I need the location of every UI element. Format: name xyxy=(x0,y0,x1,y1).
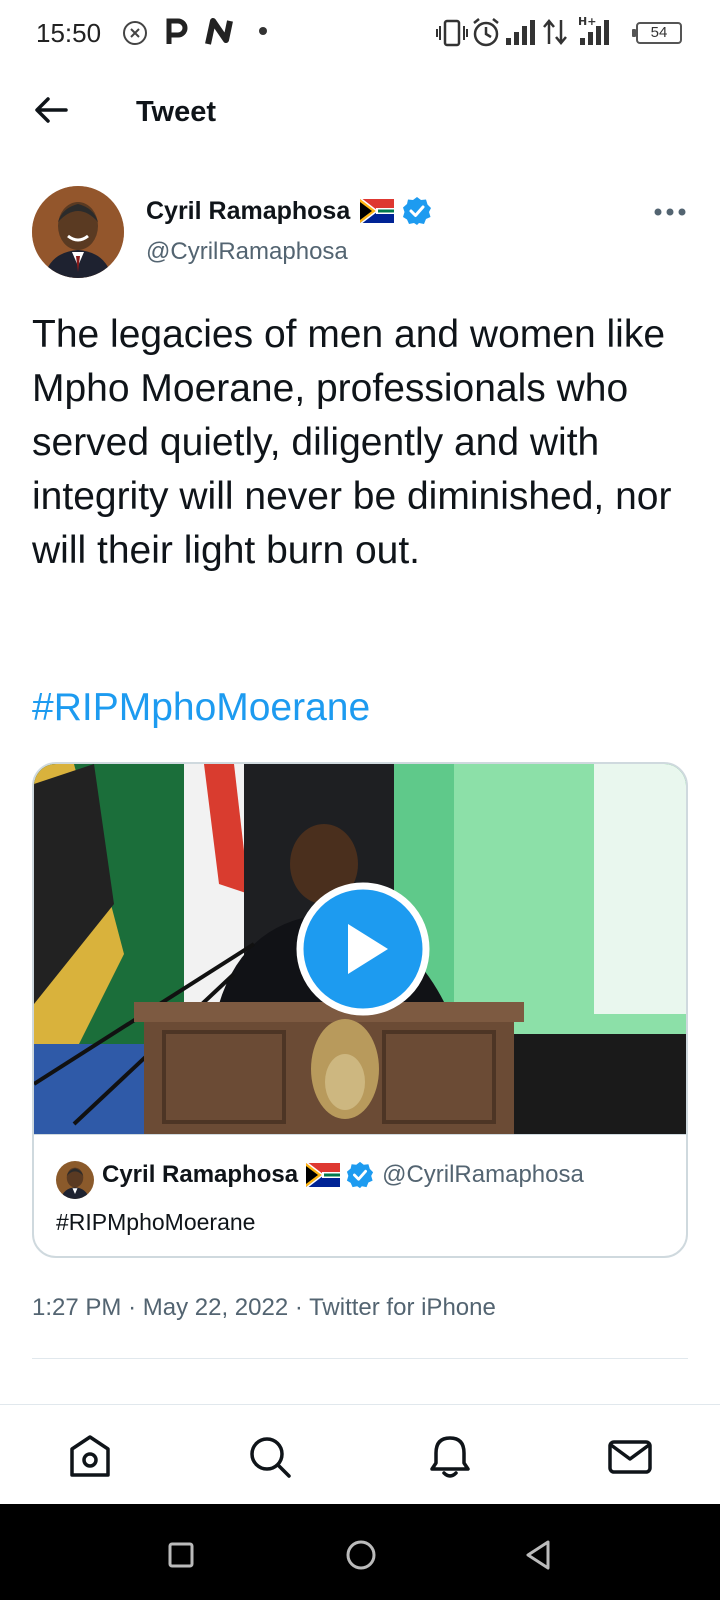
meta-separator: · xyxy=(294,1294,303,1321)
data-arrows-icon xyxy=(543,19,567,45)
dot-icon xyxy=(259,27,267,35)
divider xyxy=(32,1358,688,1359)
verified-badge-icon xyxy=(347,1161,374,1189)
page-title: Tweet xyxy=(136,96,217,128)
tweet-text: The legacies of men and women like Mpho … xyxy=(32,313,672,572)
alarm-icon xyxy=(473,18,499,47)
back-button[interactable] xyxy=(30,90,70,130)
author-avatar[interactable] xyxy=(32,186,124,278)
quote-author-row: Cyril Ramaphosa @CyrilRamaphosa xyxy=(102,1161,584,1189)
play-button-icon[interactable] xyxy=(296,882,430,1016)
status-time: 15:50 xyxy=(36,18,102,48)
south-africa-flag-icon xyxy=(306,1163,341,1187)
back-triangle-icon[interactable] xyxy=(522,1538,556,1572)
notifications-icon[interactable] xyxy=(426,1433,474,1481)
quote-text: #RIPMphoMoerane xyxy=(56,1209,256,1235)
home-icon[interactable] xyxy=(66,1433,114,1481)
quoted-tweet[interactable]: Cyril Ramaphosa @CyrilRamaphosa #RIPMpho… xyxy=(34,1134,686,1256)
south-africa-flag-icon xyxy=(360,199,395,223)
hplus-signal-icon: H+ xyxy=(578,15,609,45)
quote-author-name: Cyril Ramaphosa xyxy=(102,1161,299,1188)
avatar-image xyxy=(32,186,124,278)
app-header: Tweet xyxy=(0,66,720,156)
tweet-hashtag[interactable]: #RIPMphoMoerane xyxy=(32,686,370,730)
home-circle-icon[interactable] xyxy=(344,1538,378,1572)
quote-author-handle: @CyrilRamaphosa xyxy=(382,1161,584,1188)
author-name: Cyril Ramaphosa xyxy=(146,196,351,225)
author-handle[interactable]: @CyrilRamaphosa xyxy=(146,238,348,266)
media-card[interactable]: Cyril Ramaphosa @CyrilRamaphosa #RIPMpho… xyxy=(32,762,688,1258)
tweet-date[interactable]: May 22, 2022 xyxy=(143,1294,288,1321)
tweet-time[interactable]: 1:27 PM xyxy=(32,1294,121,1321)
search-icon[interactable] xyxy=(246,1433,294,1481)
tweet-meta: 1:27 PM · May 22, 2022 · Twitter for iPh… xyxy=(32,1294,496,1322)
tweet-source[interactable]: Twitter for iPhone xyxy=(309,1294,496,1321)
quote-avatar xyxy=(56,1161,94,1199)
close-circle-icon xyxy=(123,21,147,45)
n-icon xyxy=(205,18,233,45)
more-options-icon[interactable] xyxy=(648,198,692,226)
p-icon xyxy=(166,18,188,44)
signal-icon xyxy=(506,20,535,45)
svg-text:H+: H+ xyxy=(578,15,596,28)
meta-separator: · xyxy=(128,1294,137,1321)
vibrate-icon xyxy=(436,19,468,47)
bottom-navigation xyxy=(0,1404,720,1504)
battery-indicator: 54 xyxy=(632,22,682,44)
recents-icon[interactable] xyxy=(164,1538,198,1572)
system-navigation-bar xyxy=(0,1504,720,1600)
messages-icon[interactable] xyxy=(606,1433,654,1481)
quote-avatar-image xyxy=(56,1161,94,1199)
author-name-row[interactable]: Cyril Ramaphosa xyxy=(146,196,432,226)
verified-badge-icon xyxy=(403,197,432,225)
status-bar: 15:50 H+ 54 xyxy=(0,0,720,66)
